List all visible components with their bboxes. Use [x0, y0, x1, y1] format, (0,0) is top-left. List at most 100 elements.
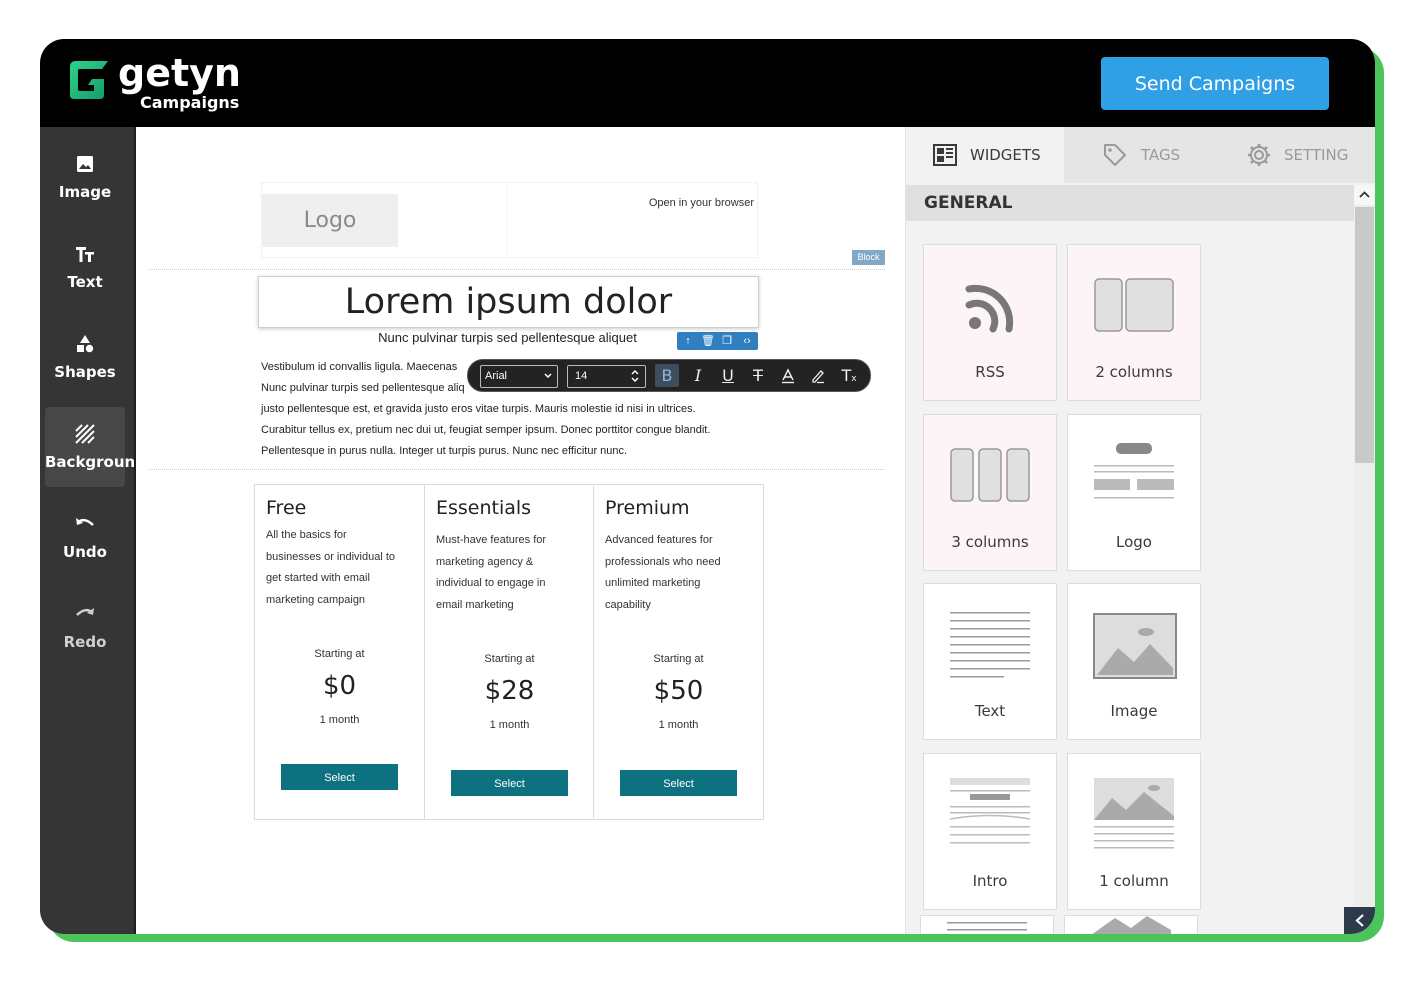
highlight-button[interactable] — [806, 364, 830, 387]
section-header-general[interactable]: GENERAL — [906, 185, 1354, 221]
plan-free: Free All the basics for businesses or in… — [255, 485, 424, 819]
intro-layout-icon — [949, 778, 1031, 844]
strikethrough-button[interactable]: T — [746, 364, 770, 387]
plan-period: 1 month — [489, 719, 530, 731]
italic-button[interactable]: I — [686, 364, 710, 387]
widget-partial[interactable] — [920, 915, 1054, 934]
image-icon — [77, 156, 93, 172]
font-family-value: Arial — [485, 370, 508, 382]
brand-name: getyn — [118, 51, 241, 95]
widget-1-column[interactable]: 1 column — [1067, 753, 1201, 910]
tool-text[interactable]: Text — [45, 227, 125, 307]
plan-description-line: All the basics for — [266, 529, 347, 541]
tool-undo[interactable]: Undo — [45, 497, 125, 577]
widget-partial[interactable] — [1064, 915, 1198, 934]
plan-description-line: unlimited marketing — [605, 577, 701, 589]
block-tag[interactable]: Block — [852, 250, 885, 265]
two-columns-icon — [1094, 278, 1174, 332]
font-color-button[interactable] — [776, 364, 800, 387]
tab-tags-label: TAGS — [1141, 146, 1181, 164]
plan-description-line: individual to engage in — [436, 577, 546, 589]
tool-shapes-label: Shapes — [54, 363, 116, 381]
getyn-logo-icon — [70, 61, 108, 99]
editable-title[interactable]: Lorem ipsum dolor — [258, 276, 759, 328]
tab-widgets[interactable]: WIDGETS — [906, 127, 1064, 183]
plan-price: $50 — [653, 676, 704, 706]
block-divider — [148, 469, 885, 470]
tool-image[interactable]: Image — [45, 137, 125, 217]
paragraph-line: Pellentesque in purus nulla. Integer ut … — [261, 445, 628, 457]
move-up-icon[interactable]: ↑ — [679, 332, 697, 350]
plan-description-line: Must-have features for — [436, 534, 547, 546]
code-icon[interactable]: ‹› — [738, 332, 756, 350]
right-panel: WIDGETS TAGS SETTING GENERAL RSS 2 colum… — [905, 127, 1375, 934]
font-size-stepper[interactable]: 14 — [567, 365, 646, 388]
widget-label: 1 column — [1099, 872, 1169, 890]
stepper-arrows-icon — [631, 369, 639, 383]
pricing-table[interactable]: Free All the basics for businesses or in… — [254, 484, 764, 820]
underline-button[interactable]: U — [716, 364, 740, 387]
block-actions-toolbar: ↑ 🗑 ❐ ‹› — [677, 332, 758, 350]
text-icon — [76, 247, 94, 262]
widgets-icon — [933, 144, 957, 166]
plan-starting-label: Starting at — [314, 648, 365, 660]
open-in-browser-link[interactable]: Open in your browser — [606, 197, 754, 209]
plan-description-line: email marketing — [436, 598, 514, 611]
scroll-up-button[interactable] — [1354, 185, 1375, 205]
widget-label: 3 columns — [951, 533, 1029, 551]
delete-icon[interactable]: 🗑 — [699, 332, 717, 350]
tool-shapes[interactable]: Shapes — [45, 317, 125, 397]
highlight-pen-icon — [812, 370, 824, 384]
plan-description: Advanced features for professionals who … — [605, 530, 755, 616]
plan-starting-label: Starting at — [653, 653, 704, 665]
widget-intro[interactable]: Intro — [923, 753, 1057, 910]
email-canvas[interactable]: Logo Open in your browser Block Lorem ip… — [136, 127, 904, 934]
widget-rss[interactable]: RSS — [923, 244, 1057, 401]
shapes-icon — [77, 335, 94, 353]
three-columns-icon — [950, 448, 1030, 502]
paragraph-line: justo pellentesque est, et gravida justo… — [261, 403, 696, 415]
plan-period: 1 month — [319, 714, 360, 726]
plan-description-line: marketing agency & — [436, 555, 534, 568]
widget-2-columns[interactable]: 2 columns — [1067, 244, 1201, 401]
scroll-thumb[interactable] — [1355, 207, 1374, 463]
select-plan-button[interactable]: Select — [281, 764, 398, 790]
widget-text[interactable]: Text — [923, 583, 1057, 740]
tab-tags[interactable]: TAGS — [1064, 127, 1220, 183]
widget-label: Text — [974, 702, 1006, 720]
plan-description-line: Advanced features for — [605, 534, 713, 546]
plan-price: $0 — [322, 671, 357, 701]
plan-price: $28 — [484, 676, 535, 706]
block-divider — [148, 269, 885, 270]
send-campaigns-button[interactable]: Send Campaigns — [1101, 57, 1329, 110]
bold-button[interactable]: B — [655, 364, 679, 387]
plan-description-line: professionals who need — [605, 555, 721, 568]
duplicate-icon[interactable]: ❐ — [718, 332, 736, 350]
tool-redo[interactable]: Redo — [45, 587, 125, 667]
collapse-panel-button[interactable] — [1344, 907, 1375, 934]
plan-description-line: businesses or individual to — [266, 550, 396, 563]
plan-description-line: capability — [605, 598, 651, 611]
chevron-down-icon — [544, 373, 552, 379]
tab-setting[interactable]: SETTING — [1220, 127, 1375, 183]
tool-background[interactable]: Background — [45, 407, 146, 487]
plan-description: All the basics for businesses or individ… — [266, 525, 416, 611]
plan-description: Must-have features for marketing agency … — [436, 530, 586, 616]
select-plan-button[interactable]: Select — [451, 770, 568, 796]
redo-icon — [76, 608, 94, 616]
plan-name: Essentials — [436, 497, 532, 519]
widget-logo[interactable]: Logo — [1067, 414, 1201, 571]
widget-image[interactable]: Image — [1067, 583, 1201, 740]
clear-format-button[interactable]: Tx — [837, 364, 861, 387]
widget-3-columns[interactable]: 3 columns — [923, 414, 1057, 571]
brand-subtitle: Campaigns — [140, 93, 240, 112]
panel-scrollbar[interactable] — [1354, 185, 1375, 934]
plan-description-line: get started with email — [266, 572, 370, 584]
select-plan-button[interactable]: Select — [620, 770, 737, 796]
section-title: GENERAL — [924, 193, 1013, 213]
plan-description-line: marketing campaign — [266, 593, 366, 606]
tab-setting-label: SETTING — [1284, 146, 1349, 164]
font-family-select[interactable]: Arial — [480, 365, 558, 388]
logo-placeholder[interactable]: Logo — [262, 194, 398, 247]
tool-undo-label: Undo — [63, 543, 107, 561]
